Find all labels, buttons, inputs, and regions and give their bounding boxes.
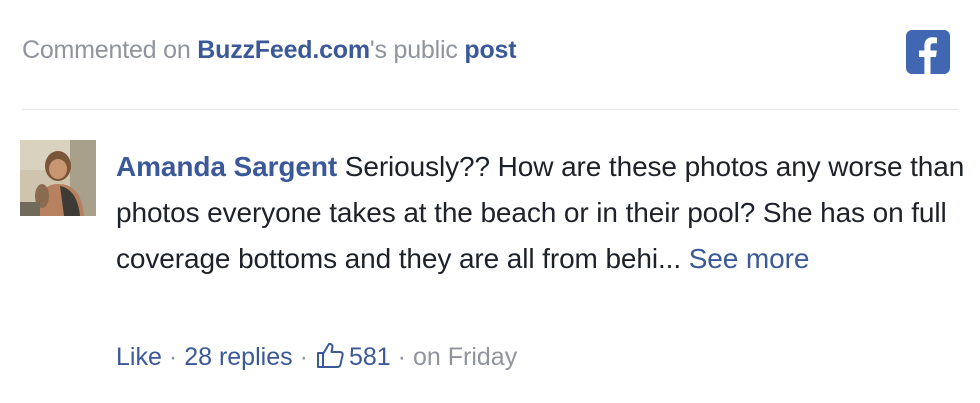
avatar[interactable] bbox=[20, 140, 96, 216]
page-name-link[interactable]: BuzzFeed.com bbox=[197, 36, 370, 64]
header-prefix: Commented on bbox=[22, 36, 198, 64]
header-text: Commented on BuzzFeed.com's public post bbox=[22, 36, 517, 65]
see-more-link[interactable]: See more bbox=[689, 243, 810, 274]
like-count[interactable]: 581 bbox=[349, 343, 391, 372]
separator: · bbox=[397, 342, 406, 371]
comment-actions: Like · 28 replies · 581 · on Friday bbox=[116, 342, 517, 372]
replies-link[interactable]: 28 replies bbox=[184, 343, 292, 372]
separator: · bbox=[168, 342, 178, 371]
comment-timestamp[interactable]: on Friday bbox=[413, 343, 517, 372]
header-middle: 's public bbox=[369, 36, 465, 64]
comment-header: Commented on BuzzFeed.com's public post bbox=[22, 30, 952, 78]
header-divider bbox=[22, 109, 958, 110]
like-button[interactable]: Like bbox=[116, 343, 162, 372]
thumbs-up-icon[interactable] bbox=[315, 340, 345, 370]
comment-body: Amanda Sargent Seriously?? How are these… bbox=[116, 144, 966, 282]
post-link[interactable]: post bbox=[464, 36, 516, 64]
comment-author-link[interactable]: Amanda Sargent bbox=[116, 151, 337, 182]
separator: · bbox=[299, 342, 308, 371]
facebook-icon[interactable] bbox=[906, 30, 950, 74]
